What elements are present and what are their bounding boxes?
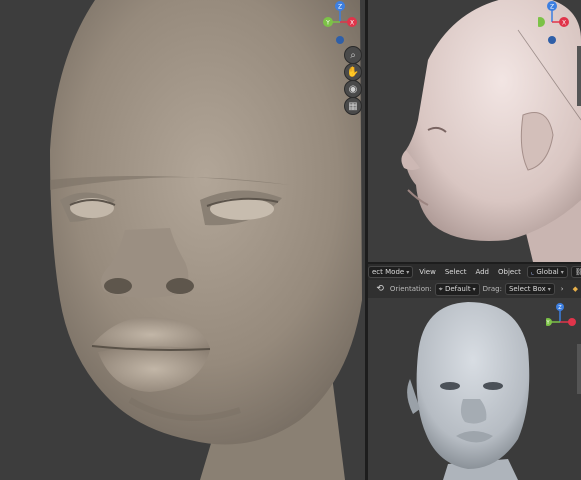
pivot-dropdown[interactable]: ⛓ [570, 266, 581, 278]
drag-dropdown[interactable]: Select Box ▾ [504, 283, 555, 295]
transform-space-dropdown[interactable]: ⌞ Global ▾ [526, 266, 568, 278]
shading-sphere-icon[interactable]: ◆ [570, 284, 581, 294]
tool-settings-bar: ⟲ Orientation: ⌖ Default ▾ Drag: Select B… [368, 280, 581, 298]
menu-object[interactable]: Object [495, 267, 524, 277]
gizmo-x-label: X [562, 20, 566, 27]
axis-icon: ⌞ [530, 268, 535, 276]
gizmo-z-label: Z [550, 4, 554, 11]
orientation-icon: ⌖ [438, 284, 443, 293]
gizmo-x-label: X [350, 20, 354, 27]
gizmo-z-label: Z [338, 4, 342, 11]
orientation-dropdown[interactable]: ⌖ Default ▾ [434, 282, 480, 296]
axis-gizmo-left[interactable]: Z X Y [318, 0, 364, 46]
menu-add[interactable]: Add [472, 267, 492, 277]
axis-gizmo-top-right[interactable]: Z X [538, 0, 581, 46]
chevron-down-icon: ▾ [472, 285, 476, 293]
sculpt-head-closeup [50, 0, 362, 480]
menu-select[interactable]: Select [442, 267, 470, 277]
bottom-right-viewport[interactable]: ect Mode ▾ View Select Add Object ⌞ Globa… [368, 264, 581, 480]
pan-hand-icon[interactable]: ✋ [344, 63, 362, 81]
camera-icon[interactable]: ◉ [344, 80, 362, 98]
orientation-label: Orientation: [389, 285, 432, 293]
sidebar-tab-strip[interactable] [577, 344, 581, 394]
gizmo-y-label: Y [325, 20, 330, 27]
expand-arrow-icon[interactable]: › [558, 284, 567, 294]
main-viewport[interactable]: Z X Y ⌕ ✋ ◉ ▦ [0, 0, 365, 480]
viewport-header: ect Mode ▾ View Select Add Object ⌞ Globa… [368, 264, 581, 280]
chevron-down-icon: ▾ [560, 269, 564, 276]
ortho-grid-icon[interactable]: ▦ [344, 97, 362, 115]
chevron-down-icon: ▾ [547, 286, 551, 293]
axis-gizmo-bottom-right[interactable]: Z Y [546, 302, 581, 348]
sidebar-tab-strip[interactable] [577, 46, 581, 106]
chevron-down-icon: ▾ [406, 269, 410, 276]
zoom-icon[interactable]: ⌕ [344, 46, 362, 64]
transform-orientation-icon[interactable]: ⟲ [373, 283, 387, 295]
gizmo-z-label: Z [558, 305, 562, 311]
link-icon: ⛓ [574, 268, 581, 276]
menu-view[interactable]: View [416, 267, 439, 277]
drag-label: Drag: [482, 285, 502, 293]
mode-dropdown[interactable]: ect Mode ▾ [368, 266, 414, 278]
top-right-viewport[interactable]: Z X [368, 0, 581, 262]
